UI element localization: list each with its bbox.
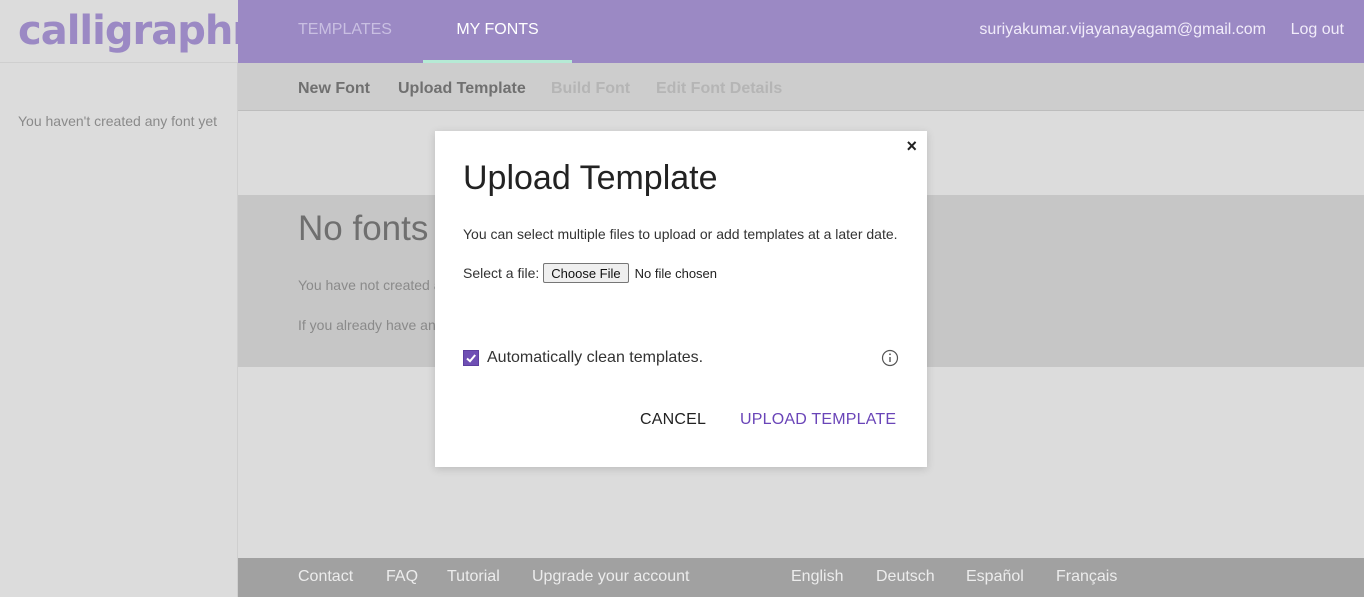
footer-lang-deutsch[interactable]: Deutsch xyxy=(876,558,935,596)
subnav-edit-font-details: Edit Font Details xyxy=(656,80,783,97)
modal-description: You can select multiple files to upload … xyxy=(463,226,898,242)
content-text-1: You have not created a xyxy=(298,277,442,293)
file-label: Select a file: xyxy=(463,265,540,281)
content-text-2: If you already have an xyxy=(298,317,436,333)
modal-title: Upload Template xyxy=(463,159,718,197)
footer-lang-espanol[interactable]: Español xyxy=(966,558,1024,596)
choose-file-button[interactable]: Choose File xyxy=(543,263,629,283)
sub-nav: New Font Upload Template Build Font Edit… xyxy=(238,63,1364,111)
upload-template-modal: × Upload Template You can select multipl… xyxy=(435,131,927,467)
subnav-new-font[interactable]: New Font xyxy=(298,63,370,115)
file-select-row: Select a file: Choose File No file chose… xyxy=(463,263,717,283)
subnav-upload-template[interactable]: Upload Template xyxy=(398,63,526,115)
logout-link[interactable]: Log out xyxy=(1291,0,1344,60)
upload-template-button[interactable]: UPLOAD TEMPLATE xyxy=(740,411,896,429)
no-file-text: No file chosen xyxy=(634,265,718,281)
subnav-build-font: Build Font xyxy=(551,80,631,97)
auto-clean-label[interactable]: Automatically clean templates. xyxy=(487,349,703,367)
footer-contact[interactable]: Contact xyxy=(298,558,353,596)
sidebar: You haven't created any font yet xyxy=(0,63,238,597)
sidebar-empty-text: You haven't created any font yet xyxy=(18,113,218,129)
page-title: No fonts xyxy=(298,209,429,248)
footer-lang-english[interactable]: English xyxy=(791,558,843,596)
info-icon[interactable] xyxy=(881,349,899,367)
user-email[interactable]: suriyakumar.vijayanayagam@gmail.com xyxy=(979,0,1266,60)
cancel-button[interactable]: CANCEL xyxy=(640,411,706,429)
footer-upgrade[interactable]: Upgrade your account xyxy=(532,558,689,596)
nav-my-fonts[interactable]: MY FONTS xyxy=(423,0,572,63)
top-nav: TEMPLATES MY FONTS suriyakumar.vijayanay… xyxy=(238,0,1364,63)
footer-faq[interactable]: FAQ xyxy=(386,558,418,596)
footer-lang-francais[interactable]: Français xyxy=(1056,558,1117,596)
check-icon xyxy=(466,354,476,363)
footer: Contact FAQ Tutorial Upgrade your accoun… xyxy=(238,558,1364,597)
auto-clean-checkbox[interactable] xyxy=(463,350,479,366)
calligraphr-logo[interactable]: calligraphr xyxy=(18,8,252,54)
logo-area: calligraphr xyxy=(0,0,252,63)
close-icon[interactable]: × xyxy=(906,136,917,157)
footer-tutorial[interactable]: Tutorial xyxy=(447,558,500,596)
nav-templates[interactable]: TEMPLATES xyxy=(298,0,392,63)
auto-clean-row: Automatically clean templates. xyxy=(463,349,703,367)
